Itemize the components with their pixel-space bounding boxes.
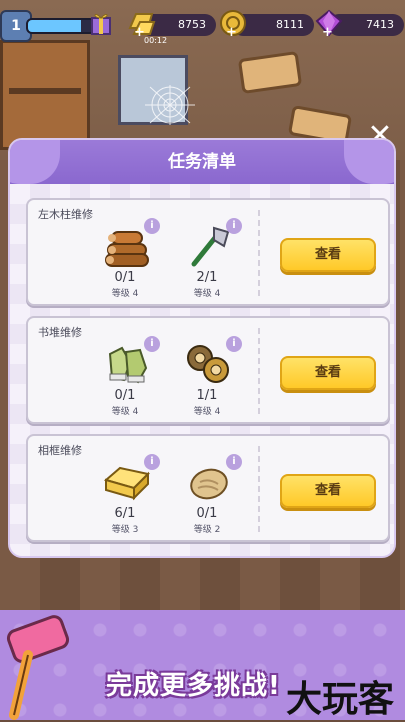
info-icon[interactable]: i: [144, 454, 160, 470]
task-item[interactable]: i 6/1 等级 3: [90, 454, 160, 540]
item-count: 0/1: [196, 506, 218, 521]
gem-resource[interactable]: 7413 +: [315, 9, 404, 40]
divider: [258, 210, 260, 296]
item-level: 等级 4: [193, 407, 221, 417]
panel-title: 任务清单: [168, 152, 236, 172]
top-hud: 1 8753 + 00:12 8111 + 7413 +: [0, 6, 405, 45]
gold-resource[interactable]: 8753 +: [128, 13, 216, 40]
gold-value: 8753: [178, 18, 206, 31]
divider: [258, 446, 260, 532]
item-count: 6/1: [114, 506, 136, 521]
gem-value: 7413: [366, 18, 394, 31]
view-button[interactable]: 查看: [280, 238, 376, 272]
task-title: 书堆维修: [38, 326, 82, 339]
gem-plus-icon[interactable]: +: [322, 22, 333, 44]
item-level: 等级 3: [111, 525, 139, 535]
view-button[interactable]: 查看: [280, 474, 376, 508]
coin-plus-icon[interactable]: +: [226, 22, 237, 44]
coin-resource[interactable]: 8111 +: [220, 10, 314, 40]
item-level: 等级 4: [193, 289, 221, 299]
item-count: 2/1: [196, 270, 218, 285]
task-card-1: 左木柱维修 i 0/1 等级 4 i 2/1 等级 4 查看: [26, 198, 390, 306]
task-item[interactable]: i 0/1 等级 4: [90, 336, 160, 422]
info-icon[interactable]: i: [226, 454, 242, 470]
item-count: 1/1: [196, 388, 218, 403]
task-item[interactable]: i 2/1 等级 4: [172, 218, 242, 304]
task-item[interactable]: i 1/1 等级 4: [172, 336, 242, 422]
paint-roller-icon: [6, 615, 70, 720]
bookshelf-decor: [0, 40, 90, 150]
task-title: 左木柱维修: [38, 208, 93, 221]
divider: [258, 328, 260, 414]
task-item[interactable]: i 0/1 等级 4: [90, 218, 160, 304]
info-icon[interactable]: i: [144, 336, 160, 352]
view-button[interactable]: 查看: [280, 356, 376, 390]
task-item[interactable]: i 0/1 等级 2: [172, 454, 242, 540]
item-level: 等级 4: [111, 407, 139, 417]
item-count: 0/1: [114, 270, 136, 285]
coin-value: 8111: [276, 18, 304, 31]
item-level: 等级 2: [193, 525, 221, 535]
challenge-banner-text: 完成更多挑战!: [106, 671, 281, 701]
gift-icon[interactable]: [90, 8, 112, 36]
item-count: 0/1: [114, 388, 136, 403]
info-icon[interactable]: i: [226, 336, 242, 352]
xp-bar: [26, 18, 96, 34]
gold-timer: 00:12: [144, 36, 168, 45]
task-card-2: 书堆维修 i 0/1 等级 4 i 1/1 等级 4 查看: [26, 316, 390, 424]
info-icon[interactable]: i: [226, 218, 242, 234]
task-list-panel: 任务清单 左木柱维修 i 0/1 等级 4 i 2/1 等级 4 查看 书堆维修…: [8, 138, 396, 558]
info-icon[interactable]: i: [144, 218, 160, 234]
xp-bar-fill: [28, 20, 81, 32]
task-card-3: 相框维修 i 6/1 等级 3 i 0/1 等级 2 查看: [26, 434, 390, 542]
item-level: 等级 4: [111, 289, 139, 299]
spiderweb-icon: [145, 85, 195, 125]
task-title: 相框维修: [38, 444, 82, 457]
watermark-text: 大玩客: [286, 678, 395, 720]
